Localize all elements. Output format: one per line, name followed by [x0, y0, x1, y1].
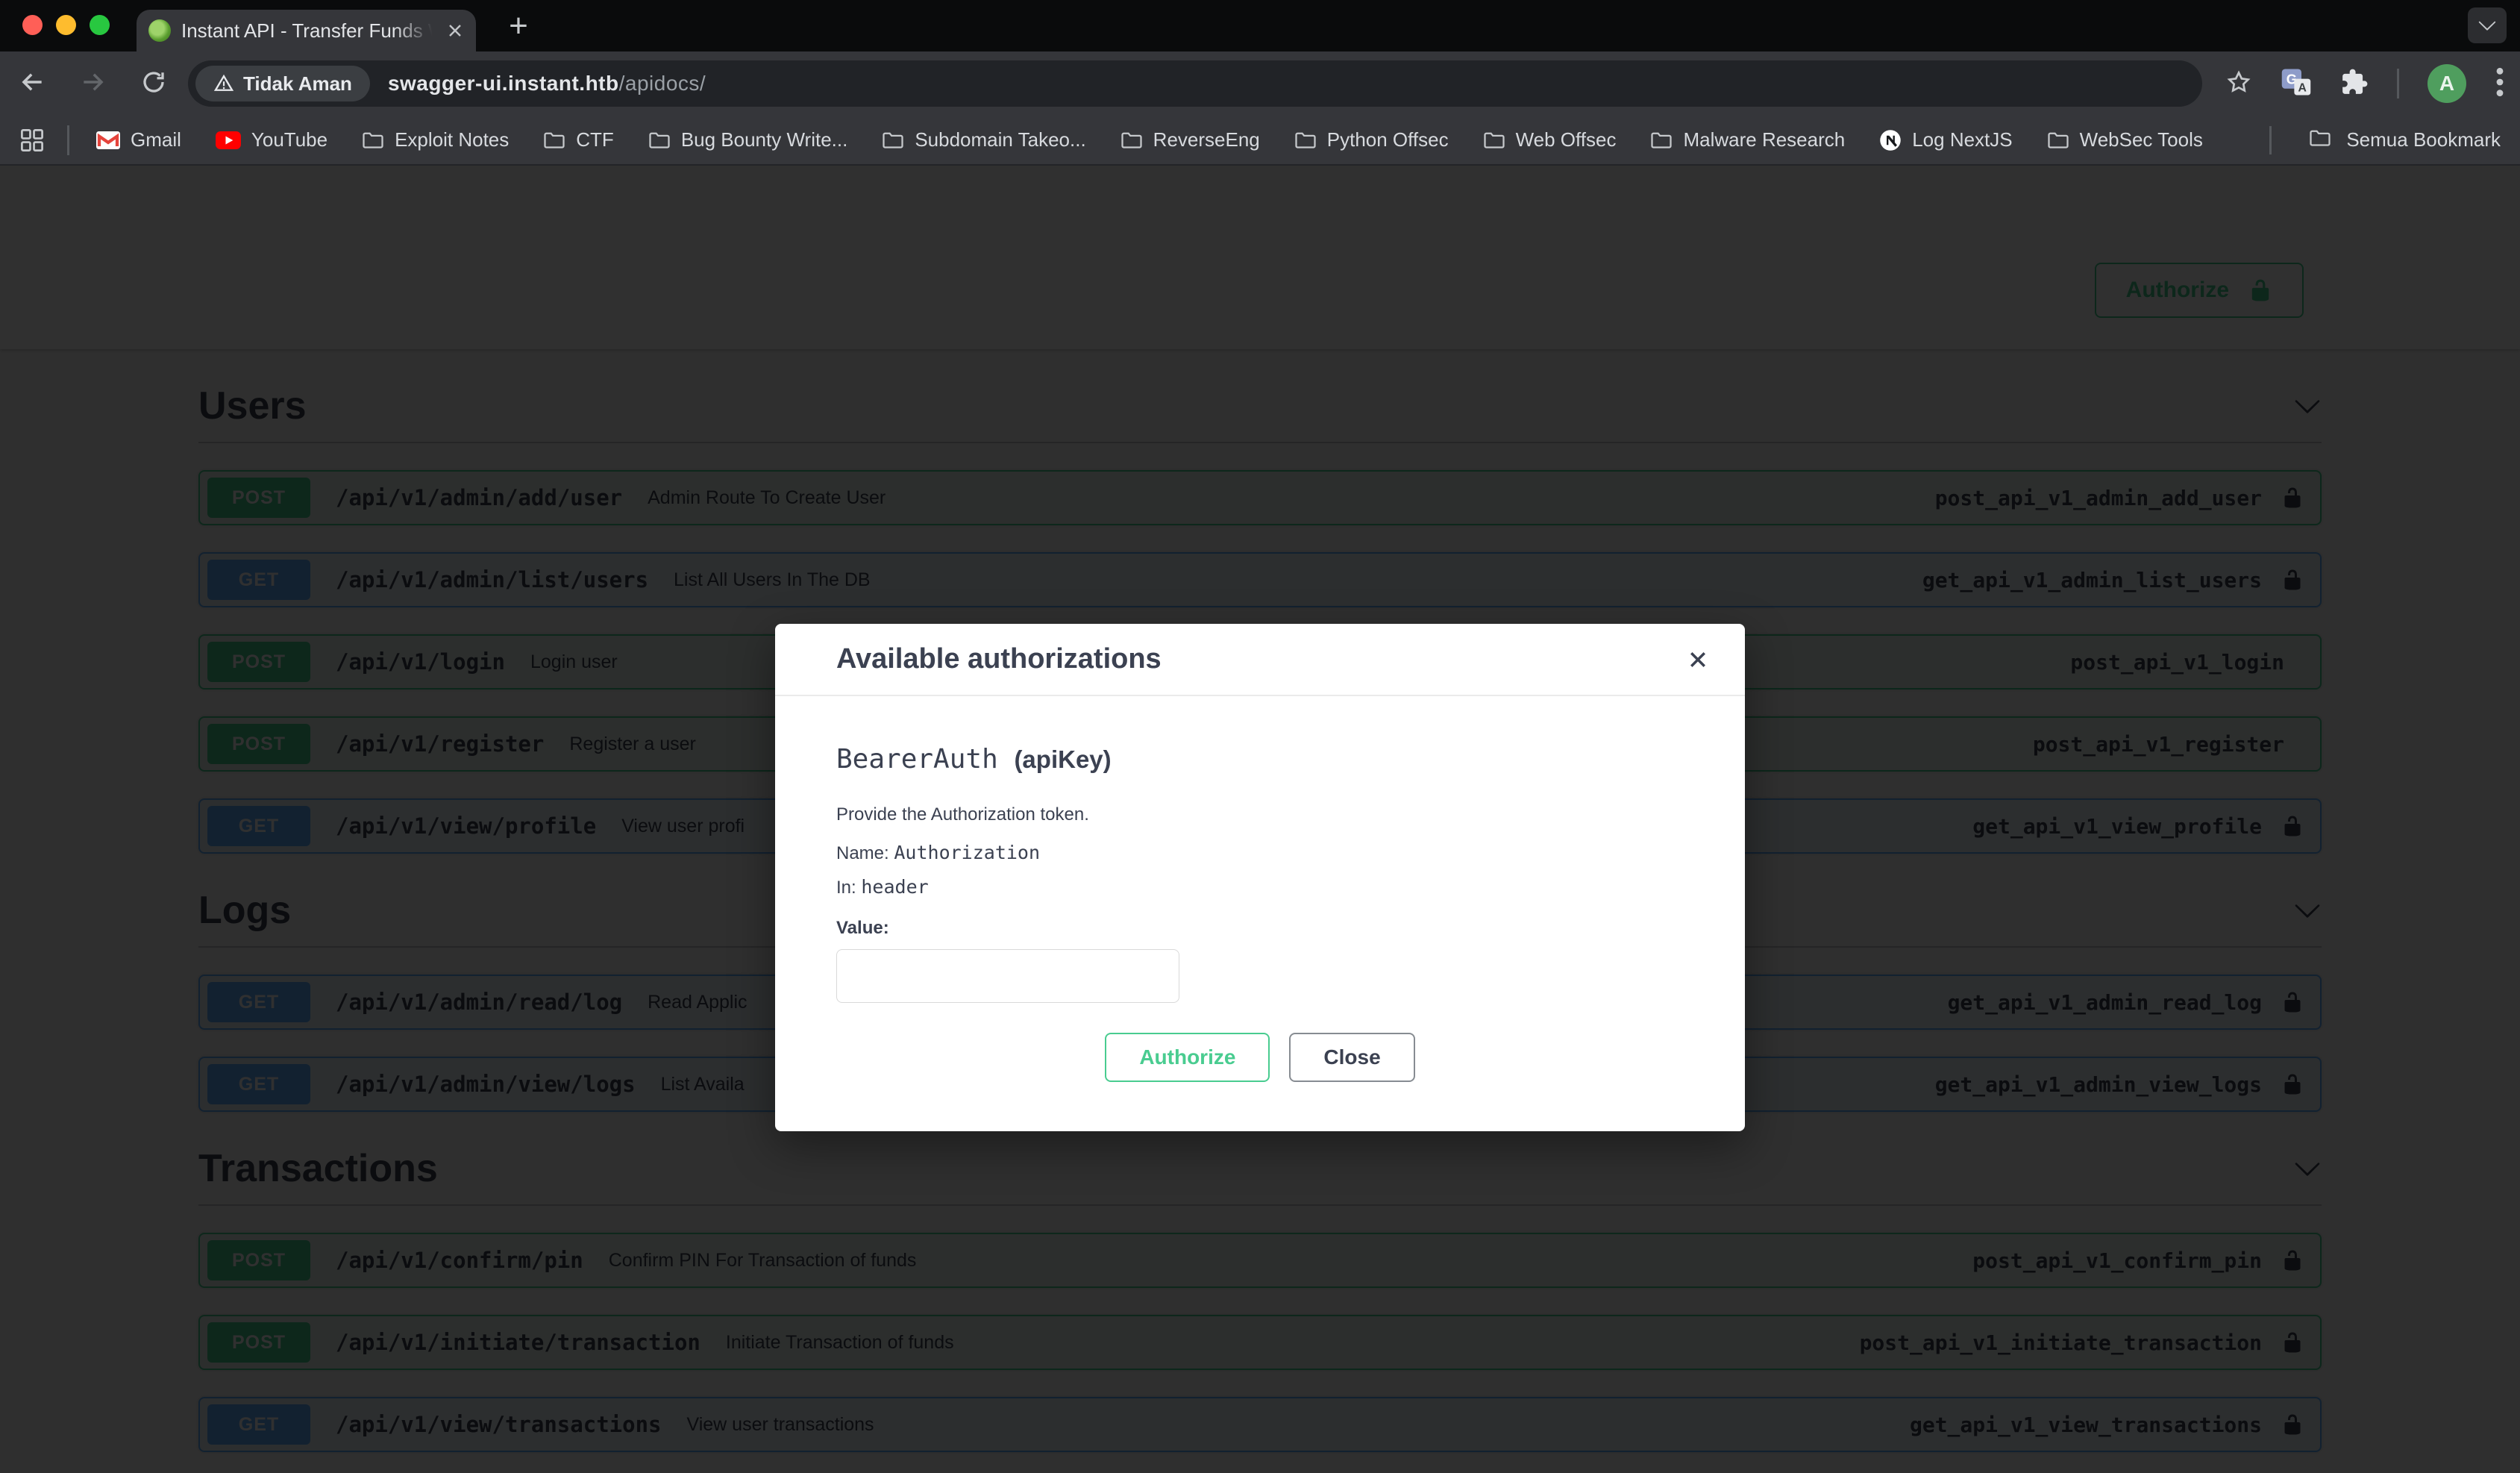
address-bar[interactable]: Tidak Aman swagger-ui.instant.htb/apidoc…	[188, 60, 2202, 107]
new-tab-button[interactable]: +	[498, 6, 539, 46]
bookmark-label: Log NextJS	[1912, 128, 2012, 151]
gmail-icon	[96, 131, 120, 149]
macos-maximize-button[interactable]	[90, 15, 110, 35]
modal-close-button[interactable]: Close	[1289, 1033, 1414, 1082]
bookmark-item[interactable]: Subdomain Takeo...	[882, 128, 1085, 151]
bookmark-item[interactable]: Web Offsec	[1483, 128, 1617, 151]
bookmark-label: YouTube	[251, 128, 327, 151]
reload-button[interactable]	[140, 69, 167, 99]
bookmark-label: Exploit Notes	[395, 128, 509, 151]
auth-in-row: In: header	[836, 876, 1684, 898]
tab-search-button[interactable]	[2468, 7, 2507, 43]
macos-close-button[interactable]	[22, 15, 43, 35]
browser-menu-icon[interactable]	[2495, 66, 2505, 102]
folder-icon	[882, 131, 904, 149]
browser-window: Instant API - Transfer Funds W +	[0, 0, 2520, 1473]
youtube-icon	[216, 131, 241, 149]
forward-button[interactable]	[79, 68, 107, 100]
auth-scheme-name: BearerAuth (apiKey)	[836, 744, 1684, 775]
bookmarks-bar: Gmail YouTube Exploit Notes CTF Bug Bounty W…	[0, 116, 2520, 166]
swagger-favicon-icon	[148, 19, 171, 42]
back-button[interactable]	[18, 68, 46, 100]
value-label: Value:	[836, 918, 1684, 939]
macos-window-controls	[22, 15, 110, 35]
bookmark-item[interactable]: Log NextJS	[1879, 128, 2012, 151]
bookmark-item[interactable]: WebSec Tools	[2047, 128, 2203, 151]
bookmark-star-icon[interactable]	[2225, 69, 2252, 99]
bookmark-item[interactable]: YouTube	[216, 128, 327, 151]
auth-description: Provide the Authorization token.	[836, 804, 1684, 825]
bookmarks-separator	[2269, 126, 2272, 154]
swagger-page: Authorize UsersPOST/api/v1/admin/add/use…	[0, 166, 2520, 1473]
apps-grid-icon[interactable]	[19, 128, 45, 153]
bookmark-item[interactable]: Malware Research	[1650, 128, 1845, 151]
auth-name-row: Name: Authorization	[836, 842, 1684, 864]
bookmark-label: Web Offsec	[1516, 128, 1617, 151]
bookmark-item[interactable]: Bug Bounty Write...	[648, 128, 848, 151]
folder-icon	[1483, 131, 1505, 149]
bookmark-label: ReverseEng	[1153, 128, 1260, 151]
nextjs-icon	[1879, 129, 1902, 151]
bookmark-label: Python Offsec	[1327, 128, 1449, 151]
extensions-puzzle-icon[interactable]	[2340, 68, 2369, 100]
modal-authorize-button[interactable]: Authorize	[1105, 1033, 1270, 1082]
svg-text:A: A	[2298, 81, 2307, 94]
bookmark-item[interactable]: CTF	[543, 128, 614, 151]
modal-close-icon[interactable]	[1682, 644, 1714, 675]
profile-avatar[interactable]: A	[2427, 64, 2466, 103]
folder-icon	[1120, 131, 1143, 149]
security-label: Tidak Aman	[243, 72, 352, 96]
security-warning-chip[interactable]: Tidak Aman	[195, 66, 370, 101]
folder-icon	[648, 131, 671, 149]
token-value-input[interactable]	[836, 949, 1179, 1003]
bookmark-item[interactable]: ReverseEng	[1120, 128, 1260, 151]
folder-icon	[1294, 131, 1317, 149]
bookmark-item[interactable]: Python Offsec	[1294, 128, 1449, 151]
bookmark-label: Gmail	[131, 128, 181, 151]
bookmark-item[interactable]: Gmail	[96, 128, 181, 151]
browser-tab[interactable]: Instant API - Transfer Funds W	[137, 10, 476, 51]
bookmark-label: WebSec Tools	[2080, 128, 2203, 151]
warning-icon	[213, 73, 234, 94]
bookmark-label: Subdomain Takeo...	[915, 128, 1085, 151]
bookmark-item[interactable]: Exploit Notes	[362, 128, 509, 151]
browser-toolbar: Tidak Aman swagger-ui.instant.htb/apidoc…	[0, 51, 2520, 116]
folder-icon	[362, 131, 384, 149]
toolbar-separator	[2397, 69, 2399, 98]
folder-icon	[2047, 131, 2069, 149]
tab-close-icon[interactable]	[446, 22, 464, 40]
macos-minimize-button[interactable]	[56, 15, 76, 35]
all-bookmarks-label[interactable]: Semua Bookmark	[2346, 128, 2501, 151]
tab-strip: Instant API - Transfer Funds W +	[0, 0, 2520, 51]
bookmark-label: CTF	[576, 128, 614, 151]
url-text: swagger-ui.instant.htb/apidocs/	[388, 72, 706, 96]
folder-icon	[543, 131, 565, 149]
bookmark-label: Bug Bounty Write...	[681, 128, 848, 151]
authorization-modal: Available authorizations BearerAuth (api…	[775, 624, 1745, 1131]
bookmarks-separator	[67, 125, 69, 155]
translate-icon[interactable]: GA	[2281, 66, 2312, 101]
modal-title: Available authorizations	[836, 643, 1162, 675]
tab-title: Instant API - Transfer Funds W	[181, 19, 440, 43]
folder-icon	[2309, 128, 2331, 152]
folder-icon	[1650, 131, 1673, 149]
bookmark-label: Malware Research	[1683, 128, 1845, 151]
